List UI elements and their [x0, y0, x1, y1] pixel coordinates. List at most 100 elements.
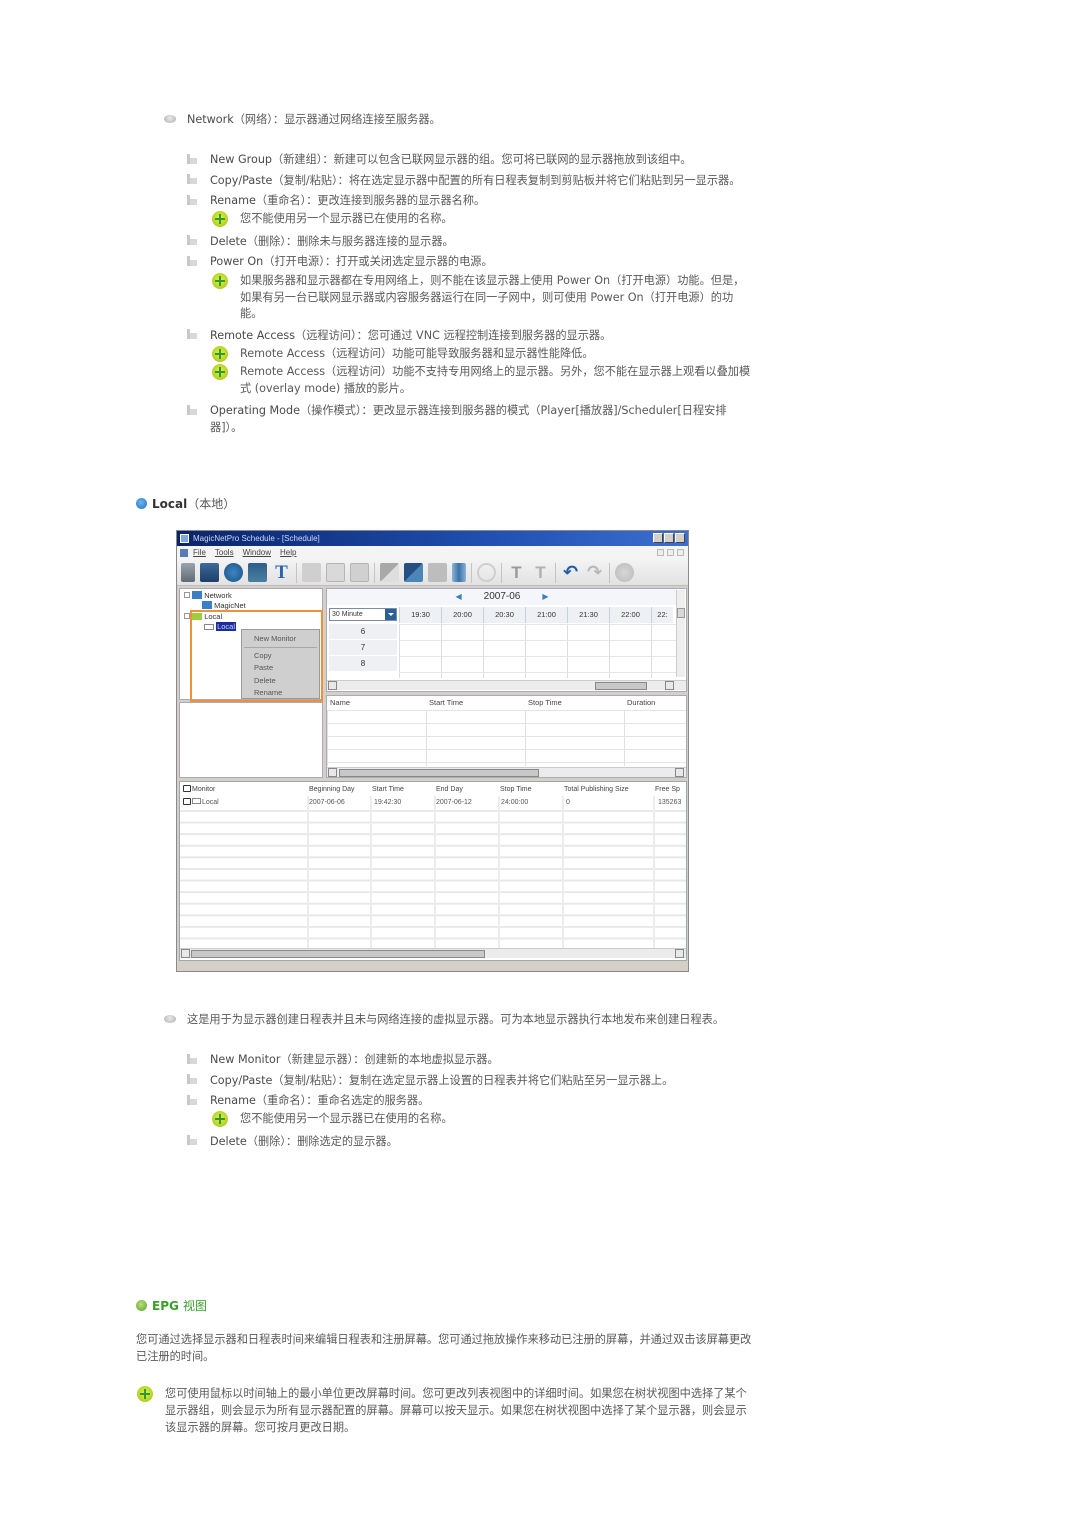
add-screen-icon[interactable] [380, 563, 399, 582]
undo-icon[interactable]: ↶ [561, 563, 580, 582]
table-row[interactable]: Local 2007-06-06 19:42:30 2007-06-12 24:… [180, 797, 686, 809]
refresh-monitor-icon[interactable] [248, 563, 267, 582]
info-icon[interactable] [615, 563, 634, 582]
delete-icon[interactable] [452, 563, 466, 582]
scroll-left-button[interactable] [328, 768, 337, 777]
tree-view-lower [179, 702, 323, 778]
vertical-scrollbar[interactable] [676, 590, 685, 677]
epg-paragraph-line1: 您可通过选择显示器和日程表时间来编辑日程表和注册屏幕。您可通过拖放操作来移动已注… [136, 1333, 752, 1346]
menu-help[interactable]: Help [280, 546, 296, 560]
checkbox[interactable] [183, 785, 191, 792]
context-menu-new-monitor[interactable]: New Monitor [254, 634, 296, 643]
column-name[interactable]: Name [327, 696, 426, 710]
column-total-publishing-size[interactable]: Total Publishing Size [564, 784, 629, 796]
schedule-cells[interactable] [399, 624, 679, 678]
server-icon[interactable] [181, 563, 195, 582]
flag-icon [187, 195, 197, 205]
context-menu-copy[interactable]: Copy [254, 651, 272, 660]
redo-icon[interactable]: ↷ [585, 563, 604, 582]
scroll-thumb[interactable] [191, 950, 485, 958]
minimize-button[interactable] [653, 533, 663, 543]
schedule-grid: ◀ 2007-06 ▶ 30 Minute 19:30 20:00 20:30 21… [326, 588, 687, 692]
menu-tools[interactable]: Tools [215, 546, 234, 560]
monitor-list-rows [180, 796, 686, 948]
event-list: Name Start Time Stop Time Duration [326, 695, 687, 778]
scroll-left-button[interactable] [328, 681, 337, 690]
horizontal-scrollbar[interactable] [180, 948, 686, 958]
screen-icon[interactable] [350, 563, 369, 582]
column-start-time[interactable]: Start Time [372, 784, 404, 796]
context-menu-delete[interactable]: Delete [254, 676, 276, 685]
text-icon[interactable]: T [272, 563, 291, 582]
scroll-right-button[interactable] [665, 681, 674, 690]
app-icon [180, 534, 189, 543]
checkbox[interactable] [183, 798, 191, 805]
plus-note-icon [212, 346, 228, 362]
epg-paragraph-line2: 已注册的时间。 [136, 1350, 215, 1363]
tree-node-network[interactable]: Network [184, 591, 232, 600]
maximize-button[interactable] [664, 533, 674, 543]
menu-window[interactable]: Window [243, 546, 271, 560]
scroll-thumb[interactable] [677, 608, 685, 618]
context-menu-rename[interactable]: Rename [254, 688, 282, 697]
time-col: 20:30 [483, 607, 525, 623]
cell-end-day: 2007-06-12 [436, 799, 472, 806]
cell-stop-time: 24:00:00 [501, 799, 529, 806]
copy-screen-icon[interactable] [404, 563, 423, 582]
column-duration[interactable]: Duration [624, 696, 684, 710]
scroll-thumb[interactable] [595, 682, 647, 690]
mdi-restore-button[interactable] [667, 549, 674, 556]
text-tool-icon[interactable]: T [507, 563, 526, 582]
prev-month-icon[interactable]: ◀ [455, 592, 461, 601]
mdi-icon [180, 549, 188, 557]
time-header: 19:30 20:00 20:30 21:00 21:30 22:00 22: [399, 607, 673, 623]
epg-note-line3: 该显示器的屏幕。您可按月更改日期。 [165, 1421, 356, 1434]
globe-icon[interactable] [224, 563, 243, 582]
interval-select[interactable]: 30 Minute [329, 608, 397, 621]
next-month-icon[interactable]: ▶ [542, 592, 548, 601]
horizontal-scrollbar[interactable] [327, 767, 686, 777]
cell-total-size: 0 [566, 799, 570, 806]
image-icon[interactable] [302, 563, 321, 582]
network-item-new-group: New Group（新建组）：新建可以包含已联网显示器的组。您可将已联网的显示器… [210, 153, 692, 166]
toolbar-separator [555, 562, 556, 583]
local-item-delete: Delete（删除）：删除选定的显示器。 [210, 1135, 398, 1148]
print-icon[interactable] [326, 563, 345, 582]
mdi-close-button[interactable] [677, 549, 684, 556]
flag-icon [187, 329, 197, 339]
column-free-space[interactable]: Free Sp [655, 784, 680, 796]
toolbar-separator [296, 562, 297, 583]
flag-icon [187, 154, 197, 164]
scroll-left-button[interactable] [181, 949, 190, 958]
scroll-thumb[interactable] [339, 769, 539, 777]
local-item-new-monitor: New Monitor（新建显示器）：创建新的本地虚拟显示器。 [210, 1053, 499, 1066]
column-end-day[interactable]: End Day [436, 784, 463, 796]
text-format-icon[interactable]: T [531, 563, 550, 582]
plus-note-icon [137, 1386, 153, 1402]
scroll-right-button[interactable] [675, 768, 684, 777]
horizontal-scrollbar[interactable] [327, 680, 686, 690]
column-monitor[interactable]: Monitor [183, 784, 215, 796]
window-titlebar: MagicNetPro Schedule - [Schedule] [177, 531, 688, 546]
current-month: 2007-06 [483, 591, 521, 602]
flag-icon [187, 174, 197, 184]
cell-free-space: 135263 [658, 799, 682, 806]
column-stop-time[interactable]: Stop Time [525, 696, 624, 710]
tree-node-magicnet[interactable]: MagicNet [202, 601, 246, 610]
close-button[interactable] [675, 533, 685, 543]
context-menu-paste[interactable]: Paste [254, 663, 273, 672]
monitor-icon[interactable] [200, 563, 219, 582]
day-rows: 6 7 8 [329, 624, 397, 672]
move-icon[interactable] [428, 563, 447, 582]
column-beginning-day[interactable]: Beginning Day [309, 784, 355, 796]
settings-icon[interactable] [477, 563, 496, 582]
menu-file[interactable]: File [193, 546, 206, 560]
epg-heading-bullet-icon [136, 1300, 147, 1311]
toolbar-separator [374, 562, 375, 583]
chevron-down-icon[interactable] [385, 609, 396, 620]
column-start-time[interactable]: Start Time [426, 696, 525, 710]
column-stop-time[interactable]: Stop Time [500, 784, 532, 796]
mdi-minimize-button[interactable] [657, 549, 664, 556]
scroll-right-button[interactable] [675, 949, 684, 958]
time-col: 19:30 [399, 607, 441, 623]
